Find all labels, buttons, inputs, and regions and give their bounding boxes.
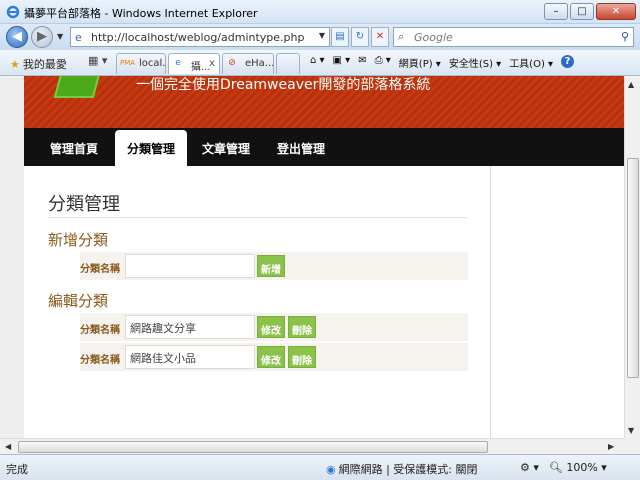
back-button[interactable]: ◀ [6,26,28,48]
tabs-toolbar: ★我的最愛 ▦ ▾ PMA local... e 攝... x ⊘ eHa...… [0,50,640,76]
horizontal-scrollbar[interactable]: ◀ ▶ [0,438,624,454]
search-provider-icon: ⌕ [398,30,405,43]
tab-localhost[interactable]: PMA local... [116,53,166,74]
add-category-button[interactable]: 新增 [257,255,285,277]
window-title-bar: 攝夢平台部落格 - Windows Internet Explorer – □ … [0,0,640,24]
site-slogan: 一個完全使用Dreamweaver開發的部落格系統 [136,77,431,93]
site-page: 一個完全使用Dreamweaver開發的部落格系統 管理首頁 分類管理 文章管理… [24,76,624,438]
scroll-up-icon[interactable]: ▲ [628,80,634,89]
page-menu[interactable]: 網頁(P) ▾ [399,55,441,70]
feeds-icon[interactable]: ▣ ▾ [333,55,351,70]
history-dropdown-icon[interactable]: ▼ [57,32,63,41]
page-icon: e [75,31,82,44]
tools-menu[interactable]: 工具(O) ▾ [509,55,553,70]
help-icon[interactable]: ? [561,55,575,68]
nav-category-admin[interactable]: 分類管理 [115,130,188,166]
print-icon[interactable]: ⎙ ▾ [375,55,391,70]
status-bar: 完成 ◉ 網際網路 | 受保護模式: 關閉 ⚙ ▾ 🔍︎ 100% ▾ [0,454,640,480]
tab-close-icon[interactable]: x [209,58,215,69]
tab-label: eHa... [245,58,274,69]
safety-menu[interactable]: 安全性(S) ▾ [449,55,501,70]
address-toolbar: ◀ ▶ ▼ e http://localhost/weblog/admintyp… [0,24,640,50]
zoom-level: 100% [566,461,598,474]
nav-article-admin[interactable]: 文章管理 [202,140,250,157]
scroll-left-icon[interactable]: ◀ [5,442,11,451]
vertical-scroll-thumb[interactable] [627,158,639,378]
category-name-label: 分類名稱 [80,325,120,336]
refresh-icon[interactable]: ↻ [351,27,369,47]
tab-label: local... [139,58,166,69]
minimize-button[interactable]: – [544,3,568,20]
category-name-input[interactable]: 網路趣文分享 [125,315,255,339]
mail-icon[interactable]: ✉ [358,55,366,70]
stop-icon[interactable]: ✕ [371,27,389,47]
edit-button[interactable]: 修改 [257,316,285,338]
category-name-label: 分類名稱 [80,264,120,275]
new-category-input[interactable] [125,254,255,278]
globe-icon: ◉ [326,463,336,476]
ehappy-icon: ⊘ [228,58,236,68]
favorites-label: 我的最愛 [22,58,67,71]
window-title: 攝夢平台部落格 - Windows Internet Explorer [24,7,258,20]
sidebar-divider [490,166,491,438]
site-nav: 管理首頁 分類管理 文章管理 登出管理 [24,128,624,166]
add-category-heading: 新增分類 [48,231,109,249]
scrollbar-corner [624,438,640,454]
add-category-form: 分類名稱 新增 [80,252,468,280]
edit-category-heading: 編輯分類 [48,292,109,310]
zoom-control[interactable]: 🔍︎ 100% ▾ [549,461,607,474]
nav-logout[interactable]: 登出管理 [277,140,325,157]
scroll-right-icon[interactable]: ▶ [608,442,614,451]
site-logo [53,76,103,98]
vertical-scrollbar[interactable]: ▲ ▼ [624,76,640,438]
scroll-down-icon[interactable]: ▼ [628,426,634,435]
status-text: 完成 [6,463,28,476]
delete-button[interactable]: 刪除 [288,346,316,368]
search-icon[interactable]: ⚲ [621,30,629,43]
new-tab-button[interactable] [276,53,300,74]
address-dropdown-icon[interactable]: ▼ [319,31,325,40]
search-input[interactable]: Google [414,31,453,44]
tab-label: 攝... [191,62,211,73]
page-viewport: 一個完全使用Dreamweaver開發的部落格系統 管理首頁 分類管理 文章管理… [0,76,624,438]
popup-blocker-icon[interactable]: ⚙ ▾ [520,461,539,474]
forward-button[interactable]: ▶ [31,26,53,48]
site-banner: 一個完全使用Dreamweaver開發的部落格系統 [24,76,624,128]
horizontal-scroll-thumb[interactable] [18,441,488,453]
favorites-button[interactable]: ★ 我的最愛 [10,56,67,72]
quick-tabs-icon[interactable]: ▦ ▾ [88,54,116,72]
maximize-button[interactable]: □ [570,3,594,20]
address-url[interactable]: http://localhost/weblog/admintype.php [91,31,304,44]
category-name-label: 分類名稱 [80,355,120,366]
address-bar[interactable]: e http://localhost/weblog/admintype.php … [70,27,330,47]
close-window-button[interactable]: ✕ [596,3,636,20]
delete-button[interactable]: 刪除 [288,316,316,338]
ie-logo-icon [6,5,20,19]
edit-category-row: 分類名稱 網路趣文分享 修改 刪除 [80,313,468,341]
zone-label: 網際網路 | 受保護模式: 關閉 [338,463,478,476]
tab-current[interactable]: e 攝... x [168,53,220,74]
page-title: 分類管理 [48,194,120,215]
title-divider [48,217,468,218]
home-icon[interactable]: ⌂ ▾ [310,55,325,70]
tab-ehappy[interactable]: ⊘ eHa... [222,53,274,74]
search-box[interactable]: ⌕ Google ⚲ [393,27,634,47]
ie-page-icon: e [175,58,181,68]
category-name-input[interactable]: 網路佳文小品 [125,345,255,369]
nav-admin-home[interactable]: 管理首頁 [50,140,98,157]
star-icon: ★ [10,58,20,71]
edit-button[interactable]: 修改 [257,346,285,368]
security-zone[interactable]: ◉ 網際網路 | 受保護模式: 關閉 [326,461,478,477]
edit-category-row: 分類名稱 網路佳文小品 修改 刪除 [80,343,468,371]
pma-icon: PMA [120,59,136,67]
compatibility-view-icon[interactable]: ▤ [331,27,349,47]
